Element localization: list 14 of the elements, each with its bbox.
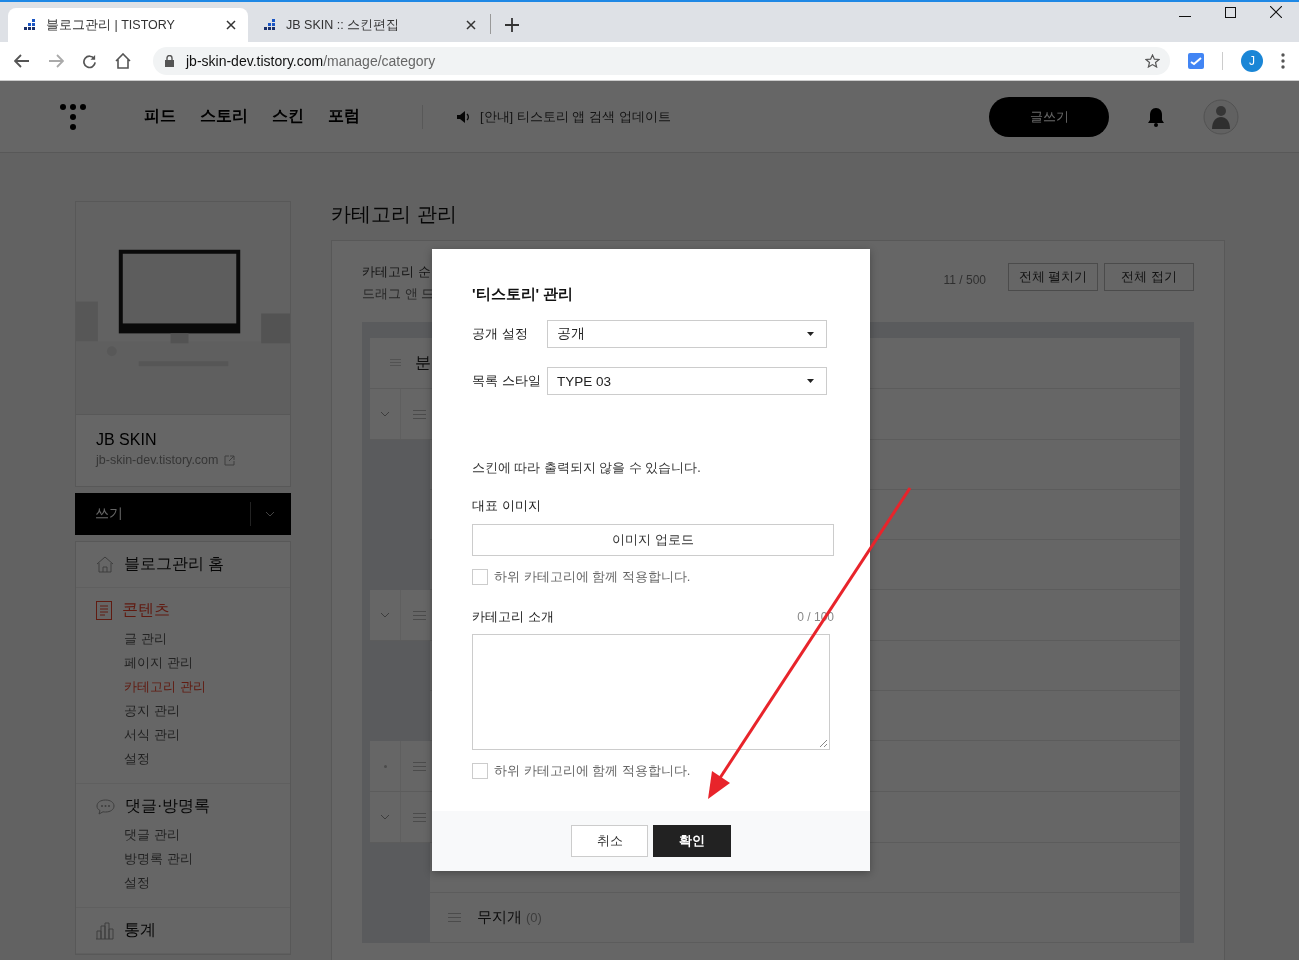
field-label: 대표 이미지 (472, 497, 542, 515)
field-label: 카테고리 소개 (472, 608, 554, 626)
field-label: 공개 설정 (472, 325, 529, 343)
dialog-title: '티스토리' 관리 (472, 285, 575, 304)
page-title: 카테고리 관리 (331, 202, 458, 227)
url-text: jb-skin-dev.tistory.com/manage/category (186, 53, 437, 69)
tab-title: 블로그관리 | TISTORY (46, 16, 176, 34)
help-text: 카테고리 순 (362, 263, 432, 281)
category-name: 분 (415, 352, 431, 373)
blog-name: JB SKIN (96, 431, 158, 449)
field-label: 목록 스타일 (472, 372, 542, 390)
category-name: 무지개 (477, 908, 522, 927)
tab-title: JB SKIN :: 스킨편집 (286, 16, 401, 34)
note-text: 스킨에 따라 출력되지 않을 수 있습니다. (472, 460, 702, 477)
